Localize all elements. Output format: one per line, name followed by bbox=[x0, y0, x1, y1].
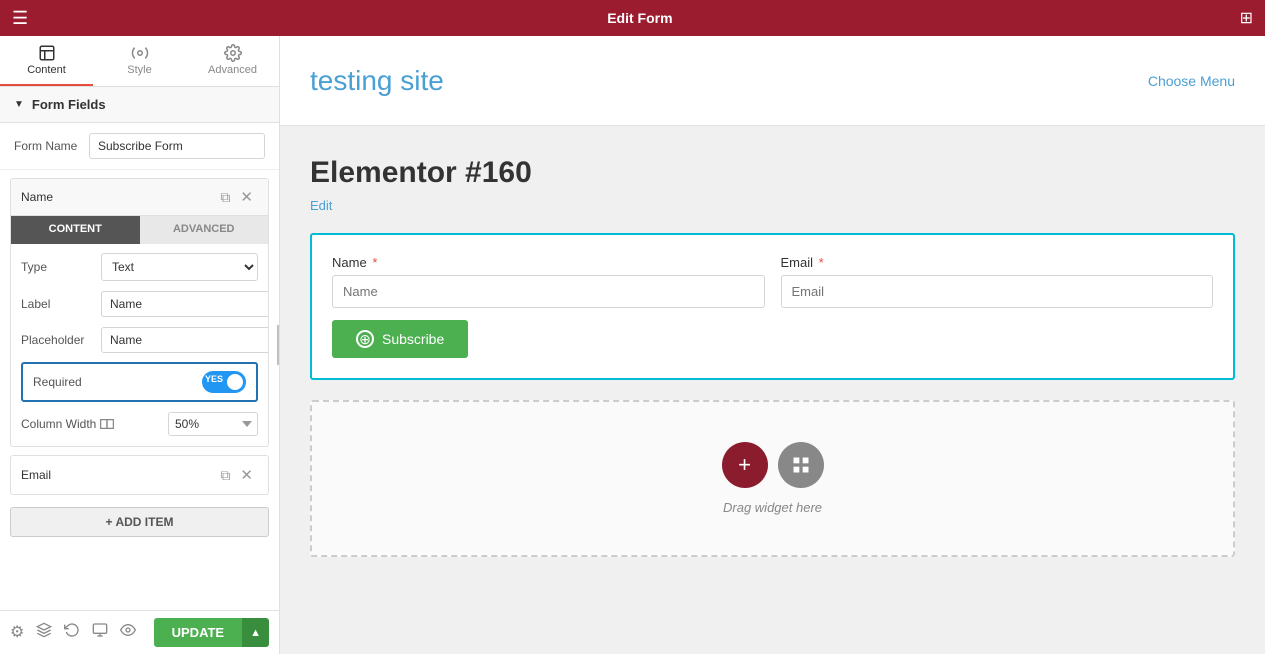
topbar-title: Edit Form bbox=[40, 10, 1239, 26]
tab-style[interactable]: Style bbox=[93, 36, 186, 86]
name-field-delete-button[interactable]: ✕ bbox=[235, 186, 258, 208]
name-field-label: Name bbox=[21, 190, 215, 204]
email-field-label: Email bbox=[21, 468, 215, 482]
main-content: testing site Choose Menu Elementor #160 … bbox=[280, 36, 1265, 654]
top-bar: ☰ Edit Form ⊞ bbox=[0, 0, 1265, 36]
page-title: Elementor #160 bbox=[310, 156, 1235, 190]
eye-icon[interactable] bbox=[120, 622, 136, 643]
sidebar-scroll: ▼ Form Fields Form Name Name ⧉ ✕ CONTENT bbox=[0, 87, 279, 610]
sidebar-tabs: Content Style Advanced bbox=[0, 36, 279, 87]
tab-advanced[interactable]: Advanced bbox=[186, 36, 279, 86]
name-field-card: Name ⧉ ✕ CONTENT ADVANCED bbox=[10, 178, 269, 447]
type-label: Type bbox=[21, 260, 101, 274]
label-label: Label bbox=[21, 297, 101, 311]
name-field-copy-button[interactable]: ⧉ bbox=[215, 187, 235, 208]
email-field-card: Email ⧉ ✕ bbox=[10, 455, 269, 495]
toggle-yes-label: YES bbox=[205, 374, 223, 384]
required-label: Required bbox=[33, 375, 202, 389]
choose-menu[interactable]: Choose Menu bbox=[1148, 73, 1235, 89]
update-arrow-button[interactable]: ▲ bbox=[242, 618, 269, 647]
column-width-row: Column Width 50% 100% 33% 25% bbox=[11, 406, 268, 442]
required-row: Required YES bbox=[21, 362, 258, 402]
column-width-icon bbox=[100, 419, 114, 429]
drag-action-buttons: + bbox=[722, 442, 824, 488]
style-icon bbox=[131, 44, 149, 62]
add-item-button[interactable]: + ADD ITEM bbox=[10, 507, 269, 537]
grid-icon[interactable]: ⊞ bbox=[1240, 8, 1253, 28]
update-btn-label: UPDATE bbox=[172, 625, 224, 640]
form-fields-row: Name * Email * bbox=[332, 255, 1213, 308]
add-widget-button[interactable]: + bbox=[722, 442, 768, 488]
tab-advanced-label: Advanced bbox=[208, 64, 257, 76]
name-field-widget-label: Name bbox=[332, 255, 367, 270]
widget-grid-icon bbox=[791, 455, 811, 475]
email-field-input[interactable] bbox=[781, 275, 1214, 308]
form-name-row: Form Name bbox=[0, 123, 279, 170]
subscribe-btn-label: Subscribe bbox=[382, 331, 444, 347]
form-fields-label: Form Fields bbox=[32, 97, 106, 112]
gear-icon[interactable]: ⚙ bbox=[10, 622, 24, 643]
form-widget: Name * Email * ⊕ Subsc bbox=[310, 233, 1235, 380]
widget-type-button[interactable] bbox=[778, 442, 824, 488]
required-toggle[interactable]: YES bbox=[202, 371, 246, 393]
tab-style-label: Style bbox=[127, 64, 151, 76]
field-props: Type Text Email Textarea Label bbox=[11, 244, 268, 446]
column-width-select[interactable]: 50% 100% 33% 25% bbox=[168, 412, 258, 436]
subscribe-circle-icon: ⊕ bbox=[356, 330, 374, 348]
placeholder-input[interactable] bbox=[101, 327, 269, 353]
placeholder-row: Placeholder bbox=[11, 322, 268, 358]
bottom-icons: ⚙ bbox=[10, 622, 136, 643]
name-field-widget: Name * bbox=[332, 255, 765, 308]
sub-tabs: CONTENT ADVANCED bbox=[11, 216, 268, 244]
edit-link[interactable]: Edit bbox=[310, 198, 332, 213]
form-fields-header[interactable]: ▼ Form Fields bbox=[0, 87, 279, 123]
collapse-handle[interactable]: ‹ bbox=[277, 325, 280, 365]
drag-text: Drag widget here bbox=[723, 500, 822, 515]
sub-tab-advanced-label: ADVANCED bbox=[173, 223, 235, 235]
label-row: Label bbox=[11, 286, 268, 322]
site-title: testing site bbox=[310, 65, 1148, 97]
sidebar-bottom: ⚙ UPDATE ▲ bbox=[0, 610, 279, 654]
menu-icon[interactable]: ☰ bbox=[12, 8, 28, 29]
tab-content[interactable]: Content bbox=[0, 36, 93, 86]
responsive-icon[interactable] bbox=[92, 622, 108, 643]
placeholder-label: Placeholder bbox=[21, 333, 101, 347]
update-btn-group: UPDATE ▲ bbox=[154, 618, 269, 647]
canvas-area: Elementor #160 Edit Name * Email bbox=[280, 126, 1265, 587]
form-name-input[interactable] bbox=[89, 133, 265, 159]
email-required-star: * bbox=[819, 255, 824, 270]
main-topbar: testing site Choose Menu bbox=[280, 36, 1265, 126]
history-icon[interactable] bbox=[64, 622, 80, 643]
email-field-label-row: Email * bbox=[781, 255, 1214, 270]
update-button[interactable]: UPDATE bbox=[154, 618, 242, 647]
email-field-delete-button[interactable]: ✕ bbox=[235, 464, 258, 486]
subscribe-button[interactable]: ⊕ Subscribe bbox=[332, 320, 468, 358]
email-field-widget-label: Email bbox=[781, 255, 814, 270]
sub-tab-advanced[interactable]: ADVANCED bbox=[140, 216, 269, 244]
drag-widget-area[interactable]: + Drag widget here bbox=[310, 400, 1235, 557]
name-required-star: * bbox=[372, 255, 377, 270]
column-width-label: Column Width bbox=[21, 417, 168, 431]
label-input[interactable] bbox=[101, 291, 269, 317]
name-field-label-row: Name * bbox=[332, 255, 765, 270]
form-name-label: Form Name bbox=[14, 139, 89, 153]
add-item-wrap: + ADD ITEM bbox=[0, 499, 279, 545]
type-row: Type Text Email Textarea bbox=[11, 248, 268, 286]
email-field-widget: Email * bbox=[781, 255, 1214, 308]
email-field-copy-button[interactable]: ⧉ bbox=[215, 465, 235, 486]
email-field-header: Email ⧉ ✕ bbox=[11, 456, 268, 494]
type-select[interactable]: Text Email Textarea bbox=[101, 253, 258, 281]
sidebar: Content Style Advanced ▼ Form Fields For… bbox=[0, 36, 280, 654]
advanced-icon bbox=[224, 44, 242, 62]
tab-content-label: Content bbox=[27, 64, 66, 76]
sub-tab-content-label: CONTENT bbox=[49, 223, 102, 235]
chevron-down-icon: ▼ bbox=[14, 99, 24, 110]
name-field-input[interactable] bbox=[332, 275, 765, 308]
add-item-label: + ADD ITEM bbox=[106, 515, 174, 529]
name-field-header: Name ⧉ ✕ bbox=[11, 179, 268, 216]
content-icon bbox=[38, 44, 56, 62]
layers-icon[interactable] bbox=[36, 622, 52, 643]
sub-tab-content[interactable]: CONTENT bbox=[11, 216, 140, 244]
